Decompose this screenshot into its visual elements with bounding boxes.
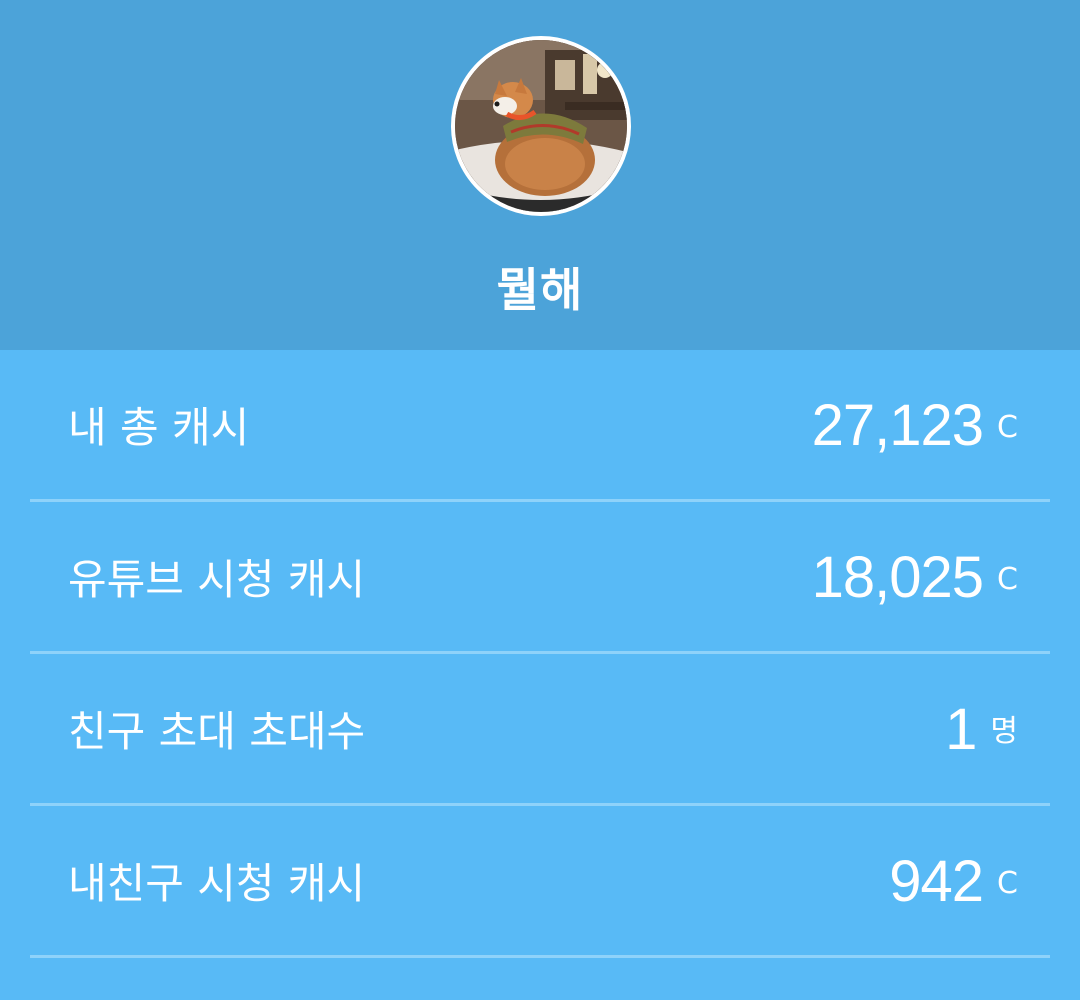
- stat-unit: 명: [990, 714, 1018, 749]
- stat-number: 27,123: [811, 393, 984, 458]
- avatar[interactable]: [451, 36, 631, 216]
- stat-unit: C: [997, 866, 1018, 901]
- stat-unit: C: [997, 410, 1018, 445]
- stat-value: 942 C: [889, 844, 1018, 934]
- stat-label: 내 총 캐시: [68, 403, 250, 452]
- stat-value: 1명: [945, 692, 1018, 782]
- stat-label: 내친구 시청 캐시: [68, 859, 366, 908]
- stat-number: 1: [945, 697, 977, 762]
- stat-unit: C: [997, 562, 1018, 597]
- username: 뭘해: [496, 263, 584, 317]
- stat-number: 18,025: [811, 545, 984, 610]
- stat-number: 942: [889, 849, 984, 914]
- stat-row-invite-count: 친구 초대 초대수 1명: [30, 654, 1050, 806]
- stat-label: 친구 초대 초대수: [68, 707, 366, 756]
- stat-row-youtube-cash: 유튜브 시청 캐시 18,025 C: [30, 502, 1050, 654]
- stat-value: 27,123 C: [812, 388, 1018, 478]
- stat-row-friend-cash: 내친구 시청 캐시 942 C: [30, 806, 1050, 958]
- stat-row-total-cash: 내 총 캐시 27,123 C: [30, 350, 1050, 502]
- profile-header: 뭘해: [0, 0, 1080, 350]
- stats-list: 내 총 캐시 27,123 C 유튜브 시청 캐시 18,025 C 친구 초대 초…: [0, 350, 1080, 958]
- corgi-photo-icon: [455, 40, 627, 212]
- stat-label: 유튜브 시청 캐시: [68, 555, 366, 604]
- stat-value: 18,025 C: [812, 540, 1018, 630]
